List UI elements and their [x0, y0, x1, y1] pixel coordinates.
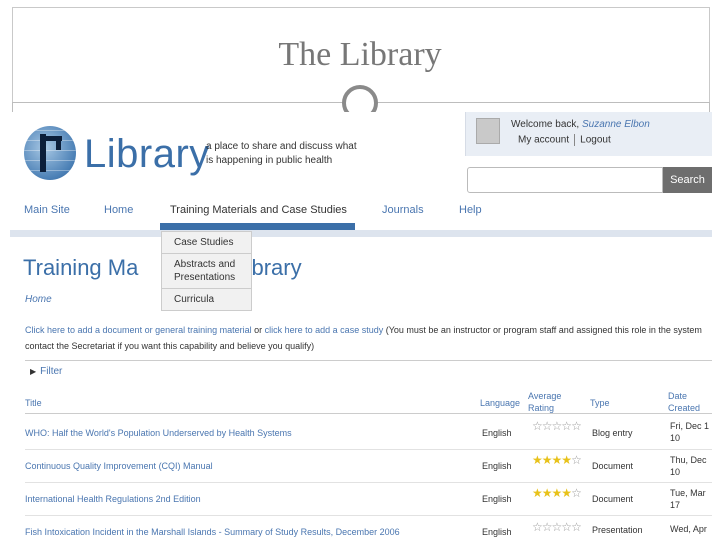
- row-language: English: [482, 428, 512, 438]
- star-empty-icon[interactable]: ☆: [542, 520, 553, 534]
- row-title-link[interactable]: WHO: Half the World's Population Underse…: [25, 428, 292, 438]
- star-filled-icon[interactable]: ★: [532, 453, 543, 467]
- rating-stars[interactable]: ☆☆☆☆☆: [532, 420, 584, 432]
- rating-stars[interactable]: ★★★★☆: [532, 487, 584, 499]
- rating-stars[interactable]: ★★★★☆: [532, 454, 584, 466]
- row-type: Document: [592, 461, 634, 471]
- filter-toggle[interactable]: ▶ Filter: [30, 366, 62, 377]
- notice-tail: (You must be an instructor or program st…: [383, 325, 702, 335]
- star-empty-icon[interactable]: ☆: [571, 520, 582, 534]
- notice-mid: or: [251, 325, 265, 335]
- nav-main-site[interactable]: Main Site: [24, 204, 70, 216]
- welcome-prefix: Welcome back,: [511, 119, 580, 130]
- star-filled-icon[interactable]: ★: [552, 453, 563, 467]
- welcome-message: Welcome back, Suzanne Elbon: [511, 119, 650, 130]
- row-type: Document: [592, 494, 634, 504]
- menu-item-abstracts[interactable]: Abstracts and Presentations: [162, 254, 251, 289]
- star-empty-icon[interactable]: ☆: [532, 419, 543, 433]
- add-content-notice: Click here to add a document or general …: [25, 322, 712, 354]
- nav-dropdown-menu: Case Studies Abstracts and Presentations…: [161, 231, 252, 311]
- filter-divider: [25, 360, 712, 361]
- row-divider: [25, 515, 712, 516]
- avatar[interactable]: [476, 118, 500, 144]
- user-name-link[interactable]: Suzanne Elbon: [582, 119, 650, 130]
- add-document-link[interactable]: Click here to add a document or general …: [25, 325, 252, 335]
- page-title-left: Training Ma: [23, 255, 139, 280]
- row-title-link[interactable]: Fish Intoxication Incident in the Marsha…: [25, 527, 400, 537]
- star-empty-icon[interactable]: ☆: [571, 453, 582, 467]
- nav-journals[interactable]: Journals: [382, 204, 424, 216]
- breadcrumb[interactable]: Home: [25, 294, 52, 305]
- slide-divider-left: [12, 102, 13, 112]
- my-account-link[interactable]: My account: [518, 135, 569, 146]
- main-nav: Main Site Home Training Materials and Ca…: [10, 202, 712, 230]
- star-empty-icon[interactable]: ☆: [571, 419, 582, 433]
- account-links: My account Logout: [518, 134, 611, 146]
- star-filled-icon[interactable]: ★: [542, 453, 553, 467]
- nav-underline: [10, 230, 712, 237]
- logout-link[interactable]: Logout: [580, 135, 611, 146]
- slide-divider-right: [709, 102, 710, 112]
- col-header-title[interactable]: Title: [25, 397, 42, 409]
- star-filled-icon[interactable]: ★: [561, 486, 572, 500]
- star-empty-icon[interactable]: ☆: [561, 520, 572, 534]
- search-input[interactable]: [467, 167, 663, 193]
- logo-text[interactable]: Library: [84, 132, 210, 177]
- star-empty-icon[interactable]: ☆: [571, 486, 582, 500]
- add-case-study-link[interactable]: click here to add a case study: [265, 325, 384, 335]
- star-filled-icon[interactable]: ★: [532, 486, 543, 500]
- star-filled-icon[interactable]: ★: [542, 486, 553, 500]
- row-divider: [25, 449, 712, 450]
- star-empty-icon[interactable]: ☆: [552, 520, 563, 534]
- nav-training-materials[interactable]: Training Materials and Case Studies: [170, 204, 347, 216]
- site-tagline: a place to share and discuss what is hap…: [206, 141, 357, 166]
- col-header-type[interactable]: Type: [590, 397, 610, 409]
- row-date: Tue, Mar 17: [670, 488, 706, 510]
- filter-label: Filter: [40, 366, 63, 377]
- star-empty-icon[interactable]: ☆: [552, 419, 563, 433]
- col-header-date[interactable]: Date Created: [668, 390, 712, 414]
- rating-stars[interactable]: ☆☆☆☆☆: [532, 521, 584, 533]
- row-date: Thu, Dec 10: [670, 455, 707, 477]
- notice-line2: contact the Secretariat if you want this…: [25, 341, 315, 351]
- star-empty-icon[interactable]: ☆: [561, 419, 572, 433]
- row-title-link[interactable]: International Health Regulations 2nd Edi…: [25, 494, 201, 504]
- nav-home[interactable]: Home: [104, 204, 133, 216]
- row-date: Wed, Apr: [670, 524, 707, 534]
- col-header-language[interactable]: Language: [480, 397, 520, 409]
- library-logo-icon[interactable]: [24, 126, 76, 180]
- search-button[interactable]: Search: [663, 167, 712, 193]
- row-date: Fri, Dec 1 10: [670, 421, 710, 443]
- nav-help[interactable]: Help: [459, 204, 482, 216]
- menu-item-curricula[interactable]: Curricula: [162, 289, 251, 310]
- row-language: English: [482, 494, 512, 504]
- star-filled-icon[interactable]: ★: [552, 486, 563, 500]
- row-divider: [25, 482, 712, 483]
- row-title-link[interactable]: Continuous Quality Improvement (CQI) Man…: [25, 461, 213, 471]
- website-screenshot: Library a place to share and discuss wha…: [10, 112, 712, 540]
- star-filled-icon[interactable]: ★: [561, 453, 572, 467]
- row-language: English: [482, 461, 512, 471]
- row-type: Blog entry: [592, 428, 633, 438]
- menu-item-case-studies[interactable]: Case Studies: [162, 232, 251, 254]
- star-empty-icon[interactable]: ☆: [542, 419, 553, 433]
- slide-title: The Library: [278, 36, 442, 73]
- triangle-right-icon: ▶: [30, 367, 37, 376]
- link-separator: [574, 134, 576, 146]
- row-language: English: [482, 527, 512, 537]
- star-empty-icon[interactable]: ☆: [532, 520, 543, 534]
- table-header-divider: [25, 413, 712, 414]
- col-header-rating[interactable]: Average Rating: [528, 390, 576, 414]
- row-type: Presentation: [592, 525, 643, 535]
- user-panel: Welcome back, Suzanne Elbon My account Lo…: [465, 112, 712, 156]
